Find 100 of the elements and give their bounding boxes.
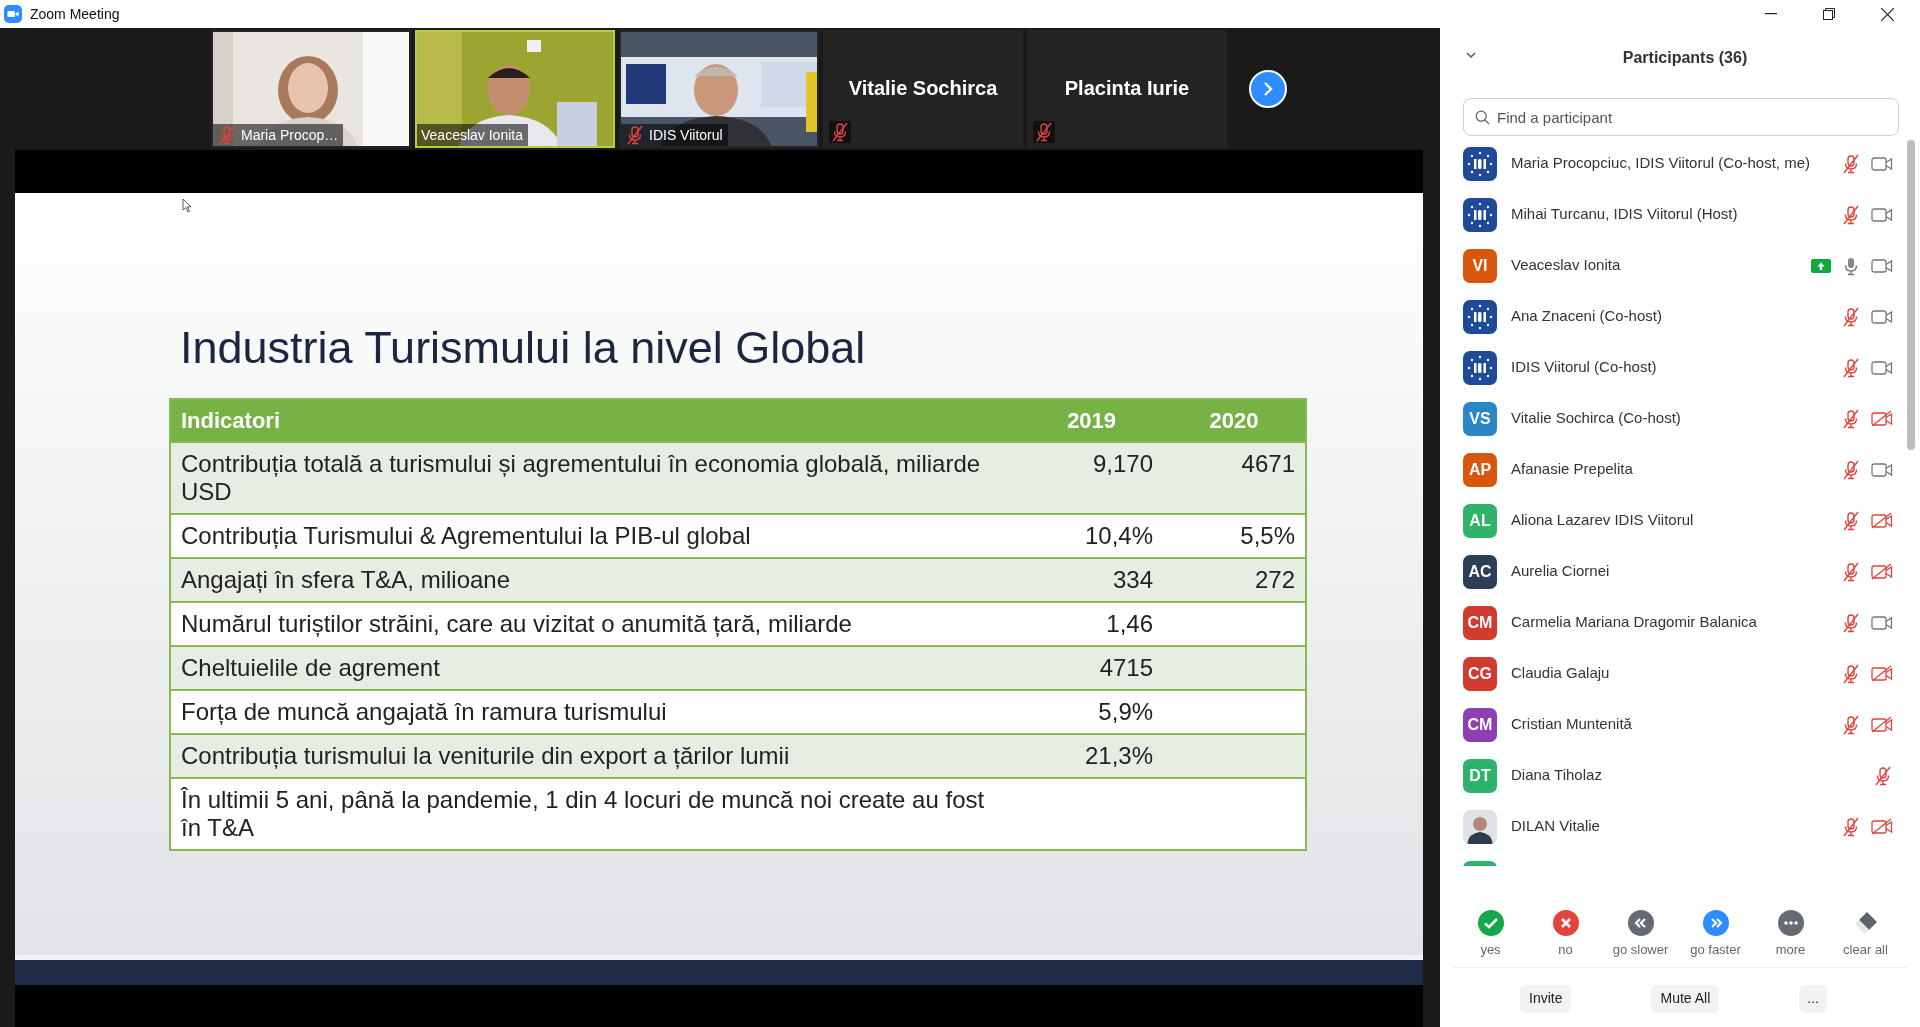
participant-name[interactable]: Aurelia Ciornei (1511, 560, 1610, 583)
video-off-icon[interactable] (1871, 715, 1893, 734)
initials-avatar: DT (1463, 758, 1497, 793)
reaction-label[interactable]: more (1775, 940, 1806, 960)
table-cell: 5,9% (1020, 690, 1164, 734)
muted-mic-icon[interactable] (1873, 765, 1893, 786)
rewind-icon[interactable] (1627, 910, 1654, 936)
participant-name[interactable]: Carmelia Mariana Dragomir Balanica (1511, 611, 1757, 634)
table-cell: 4671 (1163, 442, 1306, 514)
participant-name: Vitalie Sochirca (848, 76, 998, 101)
reaction-label[interactable]: go faster (1690, 940, 1741, 960)
table-cell: 5,5% (1163, 514, 1306, 558)
video-camera-icon[interactable] (1871, 308, 1893, 325)
reaction-label[interactable]: go slower (1612, 940, 1669, 960)
logo-avatar (1463, 299, 1497, 334)
close-icon[interactable] (1880, 7, 1894, 21)
video-tile[interactable]: IDIS Viitorul (619, 30, 819, 148)
muted-mic-icon[interactable] (625, 125, 645, 145)
video-camera-icon[interactable] (1871, 461, 1893, 478)
muted-mic-icon[interactable] (1841, 816, 1861, 837)
participant-name: Placinta Iurie (1064, 76, 1190, 101)
initials-avatar: CM (1463, 605, 1497, 640)
participant-name[interactable]: Cristian Muntenită (1511, 713, 1632, 736)
reaction-label[interactable]: yes (1480, 940, 1501, 960)
minimize-icon[interactable] (1765, 13, 1777, 15)
video-camera-icon[interactable] (1871, 614, 1893, 631)
panel-button[interactable]: Mute All (1651, 984, 1720, 1013)
table-cell: Angajați în sfera T&A, milioane (170, 558, 1021, 602)
initials-avatar: CM (1463, 707, 1497, 742)
participant-name: IDIS Viitorul (649, 125, 723, 145)
initials-avatar: CG (1463, 656, 1497, 691)
participant-name[interactable]: Maria Procopciuc, IDIS Viitorul (Co-host, me) (1511, 152, 1810, 175)
participant-name[interactable]: Afanasie Prepelita (1511, 458, 1633, 481)
initials-avatar: AC (1463, 554, 1497, 589)
participant-name[interactable]: Diana Tiholaz (1511, 764, 1602, 787)
muted-mic-icon[interactable] (1841, 408, 1861, 429)
scrollbar[interactable] (1907, 140, 1915, 450)
participant-name[interactable]: Mihai Turcanu, IDIS Viitorul (Host) (1511, 203, 1738, 226)
chevron-right-icon (1262, 81, 1274, 97)
restore-icon[interactable] (1823, 8, 1835, 20)
logo-avatar (1463, 146, 1497, 181)
video-off-icon[interactable] (1871, 817, 1893, 836)
fast-forward-icon[interactable] (1702, 910, 1729, 936)
table-cell: 1,46 (1020, 602, 1164, 646)
table-cell: 21,3% (1020, 734, 1164, 778)
reaction-label[interactable]: clear all (1843, 940, 1888, 960)
participant-name: Maria Procop… (241, 125, 339, 145)
window-title: Zoom Meeting (30, 4, 120, 24)
participant-name[interactable]: Vitalie Sochirca (Co-host) (1511, 407, 1681, 430)
muted-mic-icon[interactable] (1034, 122, 1054, 142)
muted-mic-icon[interactable] (1841, 612, 1861, 633)
muted-mic-icon[interactable] (1841, 357, 1861, 378)
more-icon[interactable] (1777, 910, 1804, 936)
video-camera-icon[interactable] (1871, 257, 1893, 274)
participant-name[interactable]: Veaceslav Ionita (1511, 254, 1621, 277)
checkmark-icon[interactable] (1477, 910, 1504, 936)
muted-mic-icon[interactable] (1841, 510, 1861, 531)
table-cell: Forța de muncă angajată în ramura turismului (170, 690, 1021, 734)
video-off-icon[interactable] (1871, 409, 1893, 428)
muted-mic-icon[interactable] (1841, 204, 1861, 225)
panel-button[interactable]: Invite (1520, 984, 1572, 1013)
participant-name[interactable]: Claudia Galaju (1511, 662, 1610, 685)
muted-mic-icon[interactable] (1841, 459, 1861, 480)
video-tile[interactable]: Veaceslav Ionita (415, 30, 615, 148)
column-header: 2020 (1163, 399, 1306, 442)
table-cell: 4715 (1020, 646, 1164, 690)
table-cell: Cheltuielile de agrement (170, 646, 1021, 690)
participant-name[interactable]: IDIS Viitorul (Co-host) (1511, 356, 1657, 379)
muted-mic-icon[interactable] (1841, 663, 1861, 684)
cursor-icon (182, 198, 192, 213)
muted-mic-icon[interactable] (1841, 306, 1861, 327)
column-header: Indicatori (170, 399, 1021, 442)
muted-mic-icon[interactable] (1841, 153, 1861, 174)
video-tile[interactable]: Maria Procop… (211, 30, 411, 148)
video-off-icon[interactable] (1871, 511, 1893, 530)
participant-name[interactable]: DILAN Vitalie (1511, 815, 1600, 838)
participant-name[interactable]: Ana Znaceni (Co-host) (1511, 305, 1662, 328)
table-cell: Contribuția Turismului & Agrementului la PIB-ul global (170, 514, 1021, 558)
video-off-icon[interactable] (1871, 664, 1893, 683)
table-cell: 9,170 (1020, 442, 1164, 514)
search-field[interactable]: Find a participant (1463, 98, 1899, 136)
table-cell: Numărul turiștilor străini, care au vizitat o anumită țară, miliarde (170, 602, 1021, 646)
reaction-label[interactable]: no (1558, 940, 1573, 960)
panel-button[interactable]: ... (1799, 984, 1827, 1013)
video-off-icon[interactable] (1871, 562, 1893, 581)
participant-name[interactable]: Aliona Lazarev IDIS Viitorul (1511, 509, 1694, 532)
muted-mic-icon[interactable] (830, 122, 850, 142)
muted-mic-icon[interactable] (1841, 714, 1861, 735)
video-tile[interactable]: Placinta Iurie (1027, 30, 1227, 148)
video-camera-icon[interactable] (1871, 206, 1893, 223)
slide-title: Industria Turismului la nivel Global (179, 321, 866, 375)
table-cell: 334 (1020, 558, 1164, 602)
next-page-button[interactable] (1249, 70, 1287, 108)
logo-avatar (1463, 197, 1497, 232)
initials-avatar: VS (1463, 401, 1497, 436)
video-camera-icon[interactable] (1871, 359, 1893, 376)
chevron-down-icon[interactable] (1466, 52, 1476, 59)
video-camera-icon[interactable] (1871, 155, 1893, 172)
video-tile[interactable]: Vitalie Sochirca (823, 30, 1023, 148)
muted-mic-icon[interactable] (1841, 561, 1861, 582)
